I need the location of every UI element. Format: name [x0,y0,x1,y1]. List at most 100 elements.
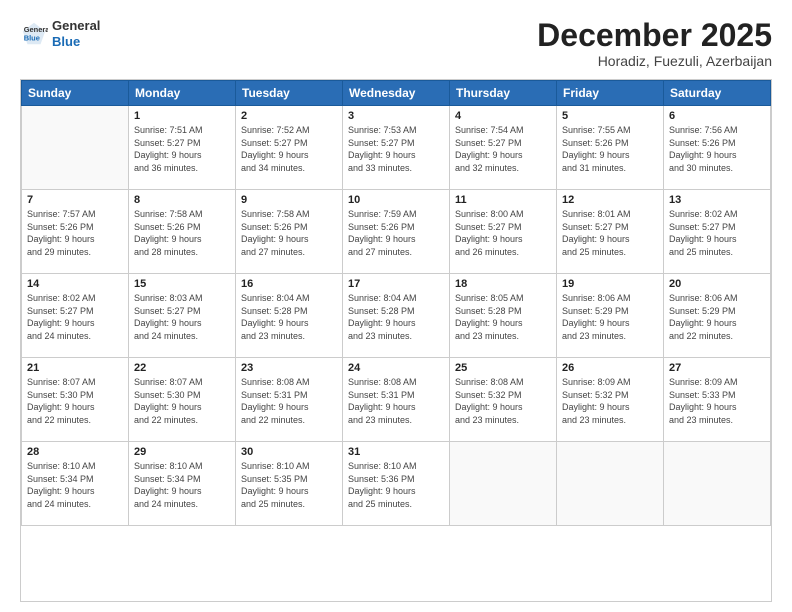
calendar-cell: 28Sunrise: 8:10 AMSunset: 5:34 PMDayligh… [22,442,129,526]
calendar-cell: 16Sunrise: 8:04 AMSunset: 5:28 PMDayligh… [236,274,343,358]
calendar-cell: 10Sunrise: 7:59 AMSunset: 5:26 PMDayligh… [343,190,450,274]
day-info: Sunrise: 8:08 AMSunset: 5:31 PMDaylight:… [348,376,444,426]
calendar-cell: 6 Sunrise: 7:56 AMSunset: 5:26 PMDaylight… [664,106,771,190]
calendar-cell: 29 Sunrise: 8:10 AMSunset: 5:34 PMDayligh… [129,442,236,526]
day-number: 5 [562,110,658,122]
calendar-cell: 14 Sunrise: 8:02 AMSunset: 5:27 PMDayligh… [22,274,129,358]
day-number: 29 [134,446,230,458]
calendar-cell: 9 Sunrise: 7:58 AMSunset: 5:26 PMDaylight… [236,190,343,274]
calendar-cell: 1 Sunrise: 7:51 AMSunset: 5:27 PMDaylight… [129,106,236,190]
day-info: Sunrise: 7:54 AMSunset: 5:27 PMDaylight:… [455,124,551,174]
day-info: Sunrise: 7:51 AMSunset: 5:27 PMDaylight:… [134,124,230,174]
day-number: 7 [27,194,123,206]
calendar-cell: 8Sunrise: 7:58 AMSunset: 5:26 PMDaylight… [129,190,236,274]
day-info: Sunrise: 8:02 AMSunset: 5:27 PMDaylight:… [27,292,123,342]
day-info: Sunrise: 8:05 AMSunset: 5:28 PMDaylight:… [455,292,551,342]
day-number: 3 [348,110,444,122]
day-info: Sunrise: 7:56 AMSunset: 5:26 PMDaylight:… [669,124,765,174]
day-number: 30 [241,446,337,458]
calendar-cell [450,442,557,526]
day-number: 12 [562,194,658,206]
day-number: 28 [27,446,123,458]
calendar-cell: 18 Sunrise: 8:05 AMSunset: 5:28 PMDayligh… [450,274,557,358]
day-number: 23 [241,362,337,374]
logo-blue: Blue [52,34,100,50]
day-info: Sunrise: 8:10 AMSunset: 5:35 PMDaylight:… [241,460,337,510]
day-number: 2 [241,110,337,122]
logo: General Blue General Blue [20,18,100,49]
page: General Blue General Blue December 2025 … [0,0,792,612]
day-info: Sunrise: 8:06 AMSunset: 5:29 PMDaylight:… [562,292,658,342]
calendar-cell: 20Sunrise: 8:06 AMSunset: 5:29 PMDayligh… [664,274,771,358]
day-number: 17 [348,278,444,290]
day-number: 21 [27,362,123,374]
calendar-cell: 17 Sunrise: 8:04 AMSunset: 5:28 PMDayligh… [343,274,450,358]
calendar-cell: 4 Sunrise: 7:54 AMSunset: 5:27 PMDaylight… [450,106,557,190]
day-info: Sunrise: 8:00 AMSunset: 5:27 PMDaylight:… [455,208,551,258]
day-number: 24 [348,362,444,374]
day-info: Sunrise: 7:52 AMSunset: 5:27 PMDaylight:… [241,124,337,174]
calendar-cell: 26 Sunrise: 8:09 AMSunset: 5:32 PMDayligh… [557,358,664,442]
day-info: Sunrise: 8:06 AMSunset: 5:29 PMDaylight:… [669,292,765,342]
location: Horadiz, Fuezuli, Azerbaijan [537,53,772,69]
day-number: 14 [27,278,123,290]
day-number: 1 [134,110,230,122]
day-info: Sunrise: 8:10 AMSunset: 5:34 PMDaylight:… [134,460,230,510]
calendar-cell [557,442,664,526]
day-info: Sunrise: 7:55 AMSunset: 5:26 PMDaylight:… [562,124,658,174]
logo-icon: General Blue [20,20,48,48]
day-number: 9 [241,194,337,206]
title-block: December 2025 Horadiz, Fuezuli, Azerbaij… [537,18,772,69]
calendar-cell: 21Sunrise: 8:07 AMSunset: 5:30 PMDayligh… [22,358,129,442]
calendar-cell: 2 Sunrise: 7:52 AMSunset: 5:27 PMDaylight… [236,106,343,190]
day-number: 19 [562,278,658,290]
weekday-header-row: SundayMondayTuesdayWednesdayThursdayFrid… [22,81,771,106]
day-number: 26 [562,362,658,374]
calendar-cell: 22 Sunrise: 8:07 AMSunset: 5:30 PMDayligh… [129,358,236,442]
calendar-cell: 5 Sunrise: 7:55 AMSunset: 5:26 PMDaylight… [557,106,664,190]
calendar-cell: 24 Sunrise: 8:08 AMSunset: 5:31 PMDayligh… [343,358,450,442]
day-number: 31 [348,446,444,458]
calendar-cell: 25 Sunrise: 8:08 AMSunset: 5:32 PMDayligh… [450,358,557,442]
day-number: 6 [669,110,765,122]
day-number: 25 [455,362,551,374]
calendar: SundayMondayTuesdayWednesdayThursdayFrid… [20,79,772,602]
day-info: Sunrise: 8:09 AMSunset: 5:32 PMDaylight:… [562,376,658,426]
calendar-cell: 3Sunrise: 7:53 AMSunset: 5:27 PMDaylight… [343,106,450,190]
day-info: Sunrise: 7:58 AMSunset: 5:26 PMDaylight:… [241,208,337,258]
day-info: Sunrise: 8:04 AMSunset: 5:28 PMDaylight:… [241,292,337,342]
weekday-tuesday: Tuesday [236,81,343,106]
day-number: 18 [455,278,551,290]
calendar-cell: 27Sunrise: 8:09 AMSunset: 5:33 PMDayligh… [664,358,771,442]
calendar-cell: 23Sunrise: 8:08 AMSunset: 5:31 PMDayligh… [236,358,343,442]
day-number: 4 [455,110,551,122]
weekday-friday: Friday [557,81,664,106]
day-info: Sunrise: 7:58 AMSunset: 5:26 PMDaylight:… [134,208,230,258]
day-number: 27 [669,362,765,374]
day-info: Sunrise: 8:10 AMSunset: 5:36 PMDaylight:… [348,460,444,510]
day-info: Sunrise: 8:04 AMSunset: 5:28 PMDaylight:… [348,292,444,342]
weekday-sunday: Sunday [22,81,129,106]
weekday-wednesday: Wednesday [343,81,450,106]
calendar-cell [664,442,771,526]
calendar-cell: 13 Sunrise: 8:02 AMSunset: 5:27 PMDayligh… [664,190,771,274]
calendar-cell: 12 Sunrise: 8:01 AMSunset: 5:27 PMDayligh… [557,190,664,274]
day-info: Sunrise: 8:08 AMSunset: 5:32 PMDaylight:… [455,376,551,426]
calendar-cell: 30 Sunrise: 8:10 AMSunset: 5:35 PMDayligh… [236,442,343,526]
day-info: Sunrise: 8:02 AMSunset: 5:27 PMDaylight:… [669,208,765,258]
calendar-cell: 31 Sunrise: 8:10 AMSunset: 5:36 PMDayligh… [343,442,450,526]
day-info: Sunrise: 8:07 AMSunset: 5:30 PMDaylight:… [134,376,230,426]
header: General Blue General Blue December 2025 … [20,18,772,69]
day-info: Sunrise: 7:57 AMSunset: 5:26 PMDaylight:… [27,208,123,258]
day-info: Sunrise: 8:03 AMSunset: 5:27 PMDaylight:… [134,292,230,342]
day-number: 22 [134,362,230,374]
weekday-thursday: Thursday [450,81,557,106]
day-number: 13 [669,194,765,206]
logo-general: General [52,18,100,34]
day-number: 15 [134,278,230,290]
calendar-cell [22,106,129,190]
month-title: December 2025 [537,18,772,53]
calendar-cell: 7 Sunrise: 7:57 AMSunset: 5:26 PMDaylight… [22,190,129,274]
day-number: 11 [455,194,551,206]
day-info: Sunrise: 8:01 AMSunset: 5:27 PMDaylight:… [562,208,658,258]
